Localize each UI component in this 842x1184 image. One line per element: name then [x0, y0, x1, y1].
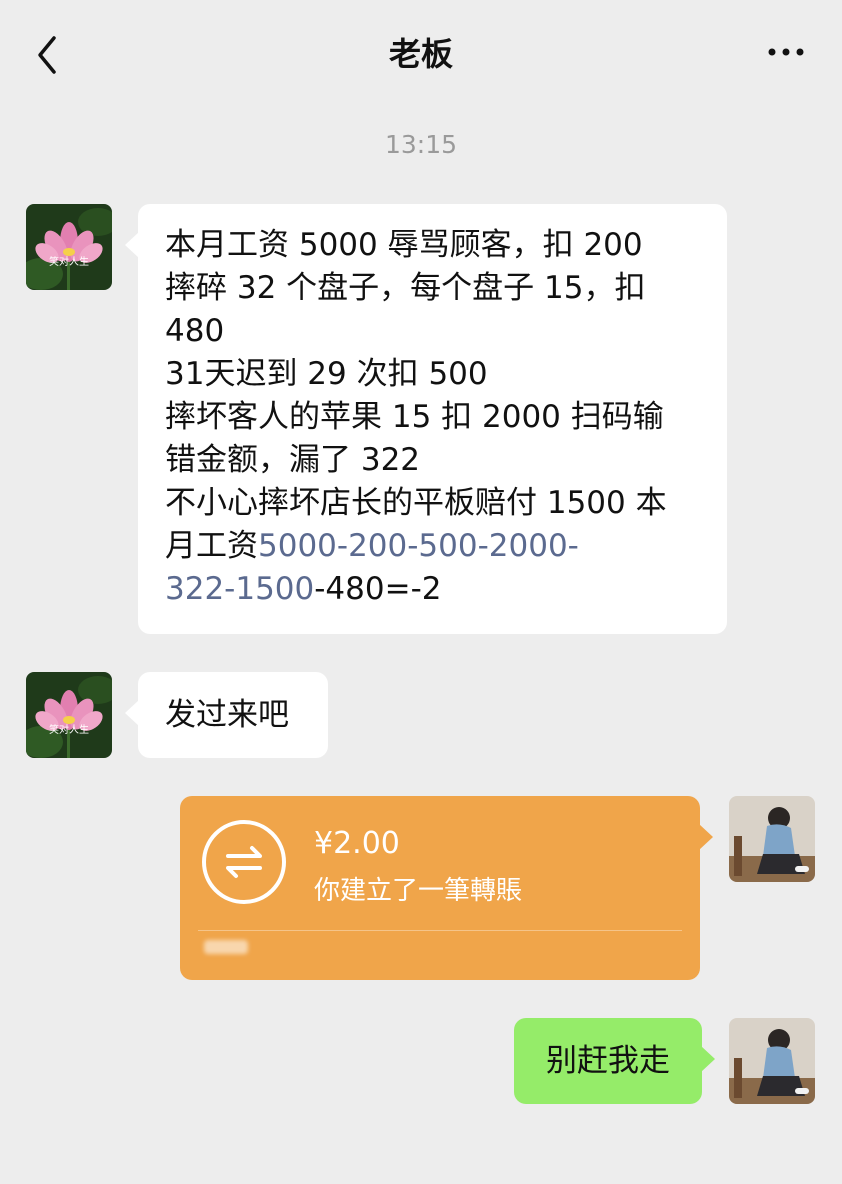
message-line: 本月工资 5000 辱骂顾客，扣 200 — [165, 227, 643, 263]
message-text: 发过来吧 — [165, 697, 289, 733]
lotus-icon — [26, 672, 112, 758]
transfer-arrows-icon — [202, 820, 286, 904]
message-line: 摔坏客人的苹果 15 扣 2000 扫码输 — [165, 399, 664, 435]
detected-number-link[interactable]: 5000-200-500-2000- — [258, 528, 579, 564]
chat-header: 老板 — [0, 0, 842, 108]
transfer-amount: ¥2.00 — [314, 826, 400, 861]
boss-avatar[interactable]: 笑对人生 — [26, 204, 112, 290]
boss-avatar[interactable]: 笑对人生 — [26, 672, 112, 758]
message-bubble-me[interactable]: 别赶我走 — [514, 1018, 715, 1104]
message-text: 月工资 — [165, 528, 258, 564]
message-timestamp: 13:15 — [384, 130, 458, 159]
message-bubble-boss[interactable]: 本月工资 5000 辱骂顾客，扣 200 摔碎 32 个盘子，每个盘子 15，扣… — [125, 204, 727, 634]
more-button[interactable] — [766, 42, 806, 62]
message-text: -480=-2 — [314, 571, 442, 607]
chat-title: 老板 — [388, 35, 453, 73]
my-avatar[interactable] — [729, 796, 815, 882]
message-line: 31天迟到 29 次扣 500 — [165, 356, 488, 392]
message-line: 322-1500-480=-2 — [165, 568, 727, 611]
avatar-caption: 笑对人生 — [49, 725, 89, 736]
message-line: 摔碎 32 个盘子，每个盘子 15，扣 — [165, 270, 646, 306]
person-photo-icon — [729, 1018, 815, 1104]
transfer-card[interactable]: ¥2.00 你建立了一筆轉賬 — [180, 796, 713, 980]
lotus-icon — [26, 204, 112, 290]
message-text: 别赶我走 — [546, 1043, 670, 1079]
person-photo-icon — [729, 796, 815, 882]
detected-number-link[interactable]: 322-1500 — [165, 571, 314, 607]
message-bubble-boss[interactable]: 发过来吧 — [125, 672, 328, 758]
blurred-footer — [204, 940, 248, 954]
message-line: 480 — [165, 313, 225, 349]
more-dots-icon — [768, 48, 804, 56]
divider — [198, 930, 682, 931]
avatar-caption: 笑对人生 — [49, 257, 89, 268]
message-line: 月工资5000-200-500-2000- — [165, 525, 727, 568]
transfer-description: 你建立了一筆轉賬 — [314, 876, 523, 906]
my-avatar[interactable] — [729, 1018, 815, 1104]
message-line: 错金额，漏了 322 — [165, 442, 421, 478]
message-line: 不小心摔坏店长的平板赔付 1500 本 — [165, 485, 667, 521]
